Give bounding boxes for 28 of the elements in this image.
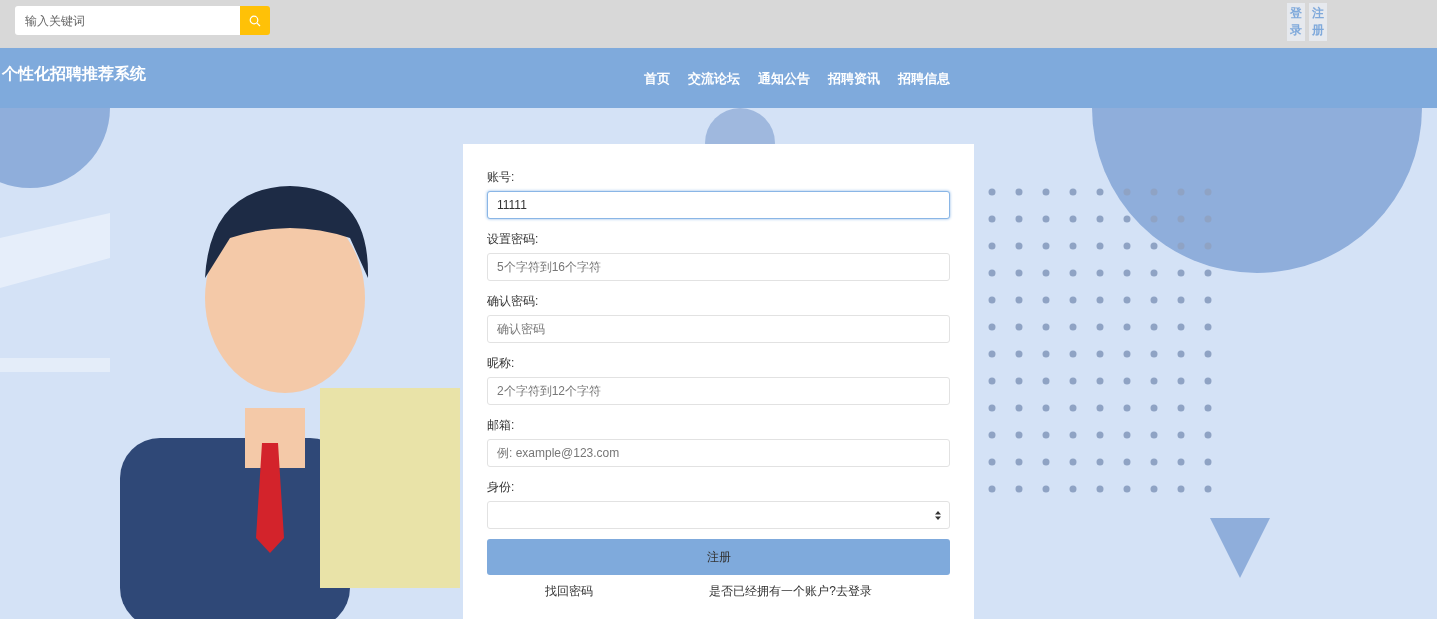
input-field[interactable]: 确认密码 [487,315,950,343]
site-title: 个性化招聘推荐系统 [1,64,147,84]
identity-select[interactable] [487,501,950,529]
sort-caret-icon [935,510,941,520]
nav-link[interactable]: 首页 [644,70,670,88]
auth-link[interactable]: 注册 [1309,3,1327,41]
field-label: 确认密码: [487,294,539,308]
search-field[interactable]: 输入关键词 [15,6,240,35]
search-button[interactable] [240,6,270,35]
triangle-shape [1210,518,1270,578]
field-label: 设置密码: [487,232,539,246]
field-label: 账号: [487,170,515,184]
search-icon [249,14,261,27]
input-field[interactable]: 2个字符到12个字符 [487,377,950,405]
input-field[interactable]: 例: example@123.com [487,439,950,467]
auth-link[interactable]: 登录 [1287,3,1305,41]
nav-link[interactable]: 招聘信息 [898,70,950,88]
nav-link[interactable]: 通知公告 [758,70,810,88]
nav-link[interactable]: 交流论坛 [688,70,740,88]
input-field[interactable]: 11111 [487,191,950,219]
input-field[interactable]: 5个字符到16个字符 [487,253,950,281]
form-link[interactable]: 是否已经拥有一个账户?去登录 [709,584,872,598]
field-label: 邮箱: [487,418,515,432]
field-label: 身份: [487,480,515,494]
form-link[interactable]: 找回密码 [545,584,594,598]
field-label: 昵称: [487,356,515,370]
register-button[interactable]: 注册 [487,539,950,575]
nav-link[interactable]: 招聘资讯 [828,70,880,88]
